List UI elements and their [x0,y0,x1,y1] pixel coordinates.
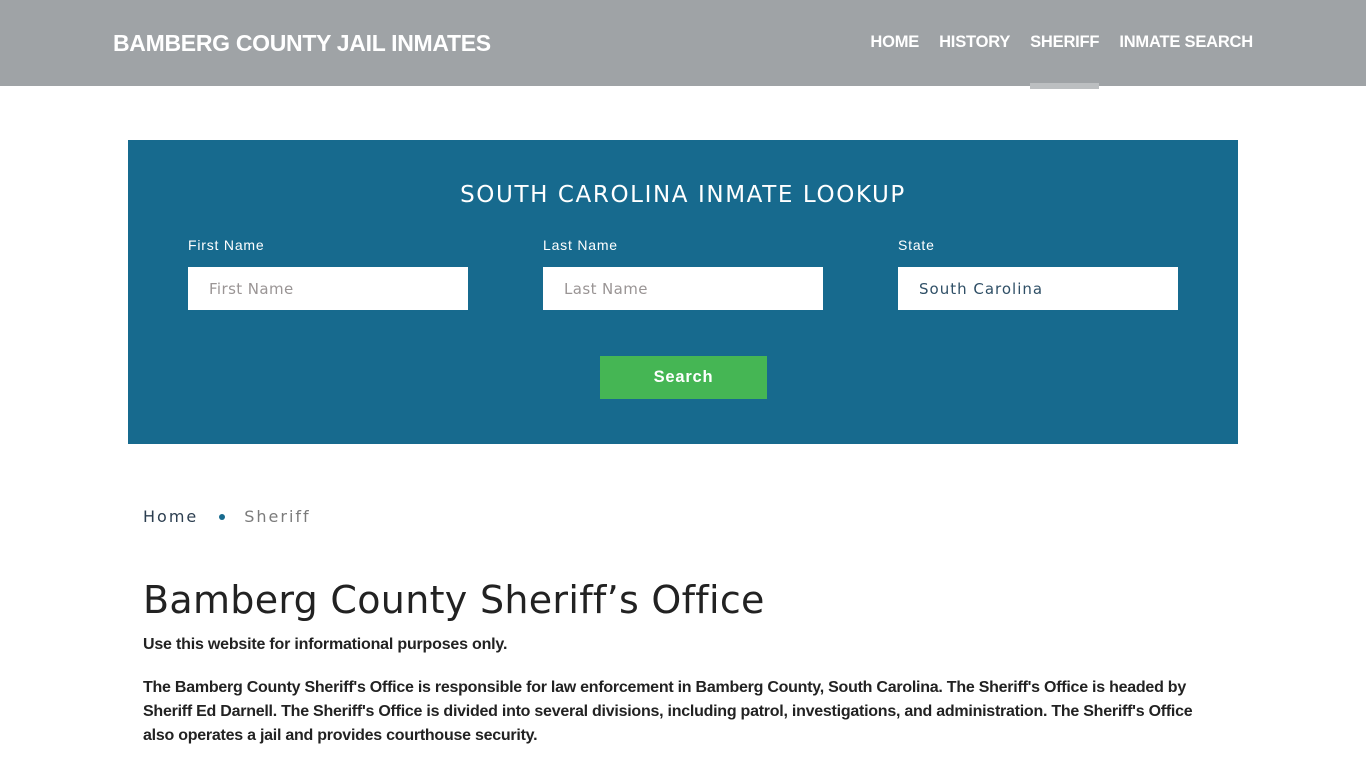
nav-sheriff[interactable]: SHERIFF [1030,33,1100,89]
last-name-field: Last Name [543,237,823,310]
lookup-title: SOUTH CAROLINA INMATE LOOKUP [460,182,906,208]
breadcrumb-current: Sheriff [244,507,311,526]
nav-home[interactable]: HOME [870,33,919,52]
disclaimer-text: Use this website for informational purpo… [143,636,508,653]
main-nav: HOME HISTORY SHERIFF INMATE SEARCH [850,33,1253,89]
page-title: Bamberg County Sheriff’s Office [143,578,765,622]
last-name-label: Last Name [543,237,618,253]
site-brand[interactable]: BAMBERG COUNTY JAIL INMATES [113,30,491,57]
breadcrumb-home[interactable]: Home [143,507,198,526]
nav-history[interactable]: HISTORY [939,33,1010,52]
state-input[interactable] [898,267,1178,310]
nav-inmate-search[interactable]: INMATE SEARCH [1119,33,1253,52]
first-name-field: First Name [188,237,468,310]
last-name-input[interactable] [543,267,823,310]
breadcrumb: Home Sheriff [143,507,311,526]
sheriff-description: The Bamberg County Sheriff's Office is r… [143,679,1193,744]
search-button[interactable]: Search [600,356,767,399]
state-field: State [898,237,1178,310]
first-name-input[interactable] [188,267,468,310]
first-name-label: First Name [188,237,265,253]
state-label: State [898,237,935,253]
site-header: BAMBERG COUNTY JAIL INMATES HOME HISTORY… [0,0,1366,89]
breadcrumb-separator-dot [219,513,226,520]
inmate-lookup-panel: SOUTH CAROLINA INMATE LOOKUP First Name … [128,140,1238,444]
